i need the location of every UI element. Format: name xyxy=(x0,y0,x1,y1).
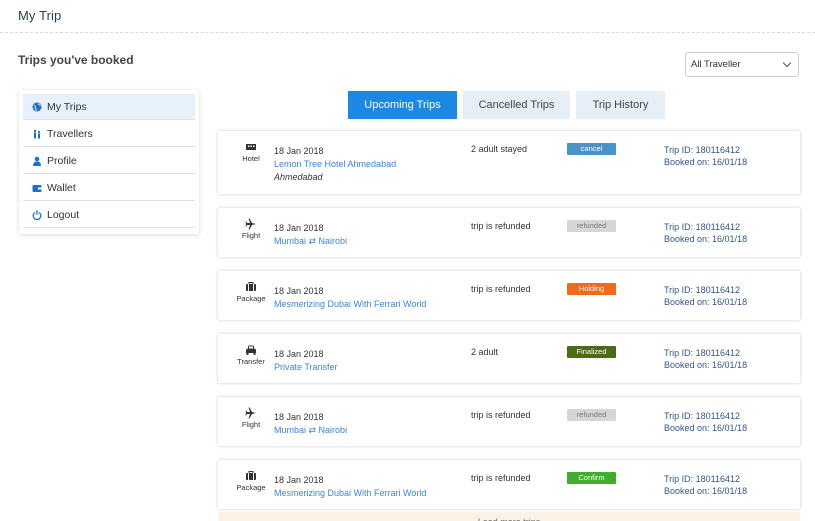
status-badge: Confirm xyxy=(567,472,616,484)
status-badge: refunded xyxy=(567,409,616,421)
trip-card[interactable]: Package 18 Jan 2018 Mesmerizing Dubai Wi… xyxy=(218,460,800,509)
package-icon xyxy=(246,282,256,291)
trip-list: Hotel 18 Jan 2018 Lemon Tree Hotel Ahmed… xyxy=(218,131,800,521)
trip-status: trip is refunded xyxy=(471,473,531,483)
user-icon xyxy=(31,155,43,167)
trip-id-info: Trip ID: 180116412 Booked on: 16/01/18 xyxy=(664,410,747,434)
trip-type-label: Package xyxy=(236,294,266,303)
trip-city: Ahmedabad xyxy=(274,172,323,182)
trip-date: 18 Jan 2018 xyxy=(274,475,324,485)
booked-on: Booked on: 16/01/18 xyxy=(664,157,748,167)
trip-id: Trip ID: 180116412 xyxy=(664,285,741,295)
sidebar-item-label: Wallet xyxy=(47,181,76,194)
trip-name-link[interactable]: Mumbai ⇄ Nairobi xyxy=(274,425,347,436)
sidebar-item-label: My Trips xyxy=(47,100,87,113)
trip-card[interactable]: Hotel 18 Jan 2018 Lemon Tree Hotel Ahmed… xyxy=(218,131,800,194)
load-more-trips[interactable]: Load more trips xyxy=(218,512,800,521)
trip-id: Trip ID: 180116412 xyxy=(664,145,741,155)
trip-name-link[interactable]: Mesmerizing Dubai With Ferrari World xyxy=(274,299,426,309)
car-icon xyxy=(246,345,256,355)
trip-status: 2 adult stayed xyxy=(471,144,528,154)
status-badge: Holding xyxy=(567,283,616,295)
power-icon xyxy=(31,209,43,221)
trip-card[interactable]: Transfer 18 Jan 2018 Private Transfer 2 … xyxy=(218,334,800,383)
booked-on: Booked on: 16/01/18 xyxy=(664,423,748,433)
trip-tabs: Upcoming Trips Cancelled Trips Trip Hist… xyxy=(348,91,671,119)
trip-type-label: Package xyxy=(236,483,266,492)
trip-type: Hotel xyxy=(226,141,276,163)
status-badge: Finalized xyxy=(567,346,616,358)
trip-name-link[interactable]: Lemon Tree Hotel Ahmedabad xyxy=(274,159,396,169)
trip-type: Package xyxy=(226,281,276,303)
sidebar-item-profile[interactable]: Profile xyxy=(23,148,195,174)
trip-id: Trip ID: 180116412 xyxy=(664,348,741,358)
trip-id-info: Trip ID: 180116412 Booked on: 16/01/18 xyxy=(664,144,747,168)
trip-name-link[interactable]: Mumbai ⇄ Nairobi xyxy=(274,236,347,247)
trip-type: Package xyxy=(226,470,276,492)
trip-card[interactable]: Flight 18 Jan 2018 Mumbai ⇄ Nairobi trip… xyxy=(218,208,800,257)
trip-date: 18 Jan 2018 xyxy=(274,223,324,233)
traveller-filter-value: All Traveller xyxy=(691,59,741,70)
sidebar-menu: My Trips Travellers Profile Wallet Logou… xyxy=(19,90,199,234)
trip-type: Flight xyxy=(226,407,276,429)
sidebar-item-label: Logout xyxy=(47,208,80,221)
trip-id-info: Trip ID: 180116412 Booked on: 16/01/18 xyxy=(664,347,747,371)
travellers-icon xyxy=(31,128,43,140)
booked-on: Booked on: 16/01/18 xyxy=(664,297,748,307)
sidebar-item-label: Travellers xyxy=(47,127,93,140)
sidebar-item-wallet[interactable]: Wallet xyxy=(23,175,195,201)
trip-type: Flight xyxy=(226,218,276,240)
trip-date: 18 Jan 2018 xyxy=(274,349,324,359)
trip-date: 18 Jan 2018 xyxy=(274,412,324,422)
status-badge: refunded xyxy=(567,220,616,232)
trip-id: Trip ID: 180116412 xyxy=(664,411,741,421)
trip-date: 18 Jan 2018 xyxy=(274,286,324,296)
globe-icon xyxy=(31,101,43,113)
trip-id-info: Trip ID: 180116412 Booked on: 16/01/18 xyxy=(664,221,747,245)
tab-upcoming-trips[interactable]: Upcoming Trips xyxy=(348,91,457,119)
trip-card[interactable]: Package 18 Jan 2018 Mesmerizing Dubai Wi… xyxy=(218,271,800,320)
trip-type: Transfer xyxy=(226,344,276,366)
plane-icon xyxy=(245,218,256,230)
wallet-icon xyxy=(31,182,43,194)
booked-on: Booked on: 16/01/18 xyxy=(664,486,748,496)
page-title: My Trip xyxy=(18,8,62,23)
trip-status: 2 adult xyxy=(471,347,499,357)
sidebar-item-my-trips[interactable]: My Trips xyxy=(23,94,195,120)
trip-name-link[interactable]: Mesmerizing Dubai With Ferrari World xyxy=(274,488,426,498)
trip-type-label: Hotel xyxy=(242,154,260,163)
trip-type-label: Flight xyxy=(241,420,261,429)
trip-id-info: Trip ID: 180116412 Booked on: 16/01/18 xyxy=(664,473,747,497)
trip-card[interactable]: Flight 18 Jan 2018 Mumbai ⇄ Nairobi trip… xyxy=(218,397,800,446)
hotel-icon xyxy=(246,144,256,150)
trip-type-label: Transfer xyxy=(237,357,265,366)
sidebar-item-label: Profile xyxy=(47,154,77,167)
trip-id: Trip ID: 180116412 xyxy=(664,474,741,484)
trip-name-link[interactable]: Private Transfer xyxy=(274,362,338,372)
trip-status: trip is refunded xyxy=(471,410,531,420)
trip-status: trip is refunded xyxy=(471,284,531,294)
chevron-down-icon xyxy=(782,58,792,67)
trip-type-label: Flight xyxy=(241,231,261,240)
booked-on: Booked on: 16/01/18 xyxy=(664,360,748,370)
trip-id: Trip ID: 180116412 xyxy=(664,222,741,232)
package-icon xyxy=(246,471,256,480)
status-badge: cancel xyxy=(567,143,616,155)
booked-on: Booked on: 16/01/18 xyxy=(664,234,748,244)
tab-trip-history[interactable]: Trip History xyxy=(576,91,665,119)
section-title: Trips you've booked xyxy=(18,53,134,67)
trip-date: 18 Jan 2018 xyxy=(274,146,324,156)
tab-cancelled-trips[interactable]: Cancelled Trips xyxy=(463,91,570,119)
sidebar-item-travellers[interactable]: Travellers xyxy=(23,121,195,147)
top-bar: My Trip xyxy=(0,0,815,33)
sidebar-item-logout[interactable]: Logout xyxy=(23,202,195,228)
traveller-filter-select[interactable]: All Traveller xyxy=(685,52,799,77)
trip-id-info: Trip ID: 180116412 Booked on: 16/01/18 xyxy=(664,284,747,308)
plane-icon xyxy=(245,407,256,419)
trip-status: trip is refunded xyxy=(471,221,531,231)
